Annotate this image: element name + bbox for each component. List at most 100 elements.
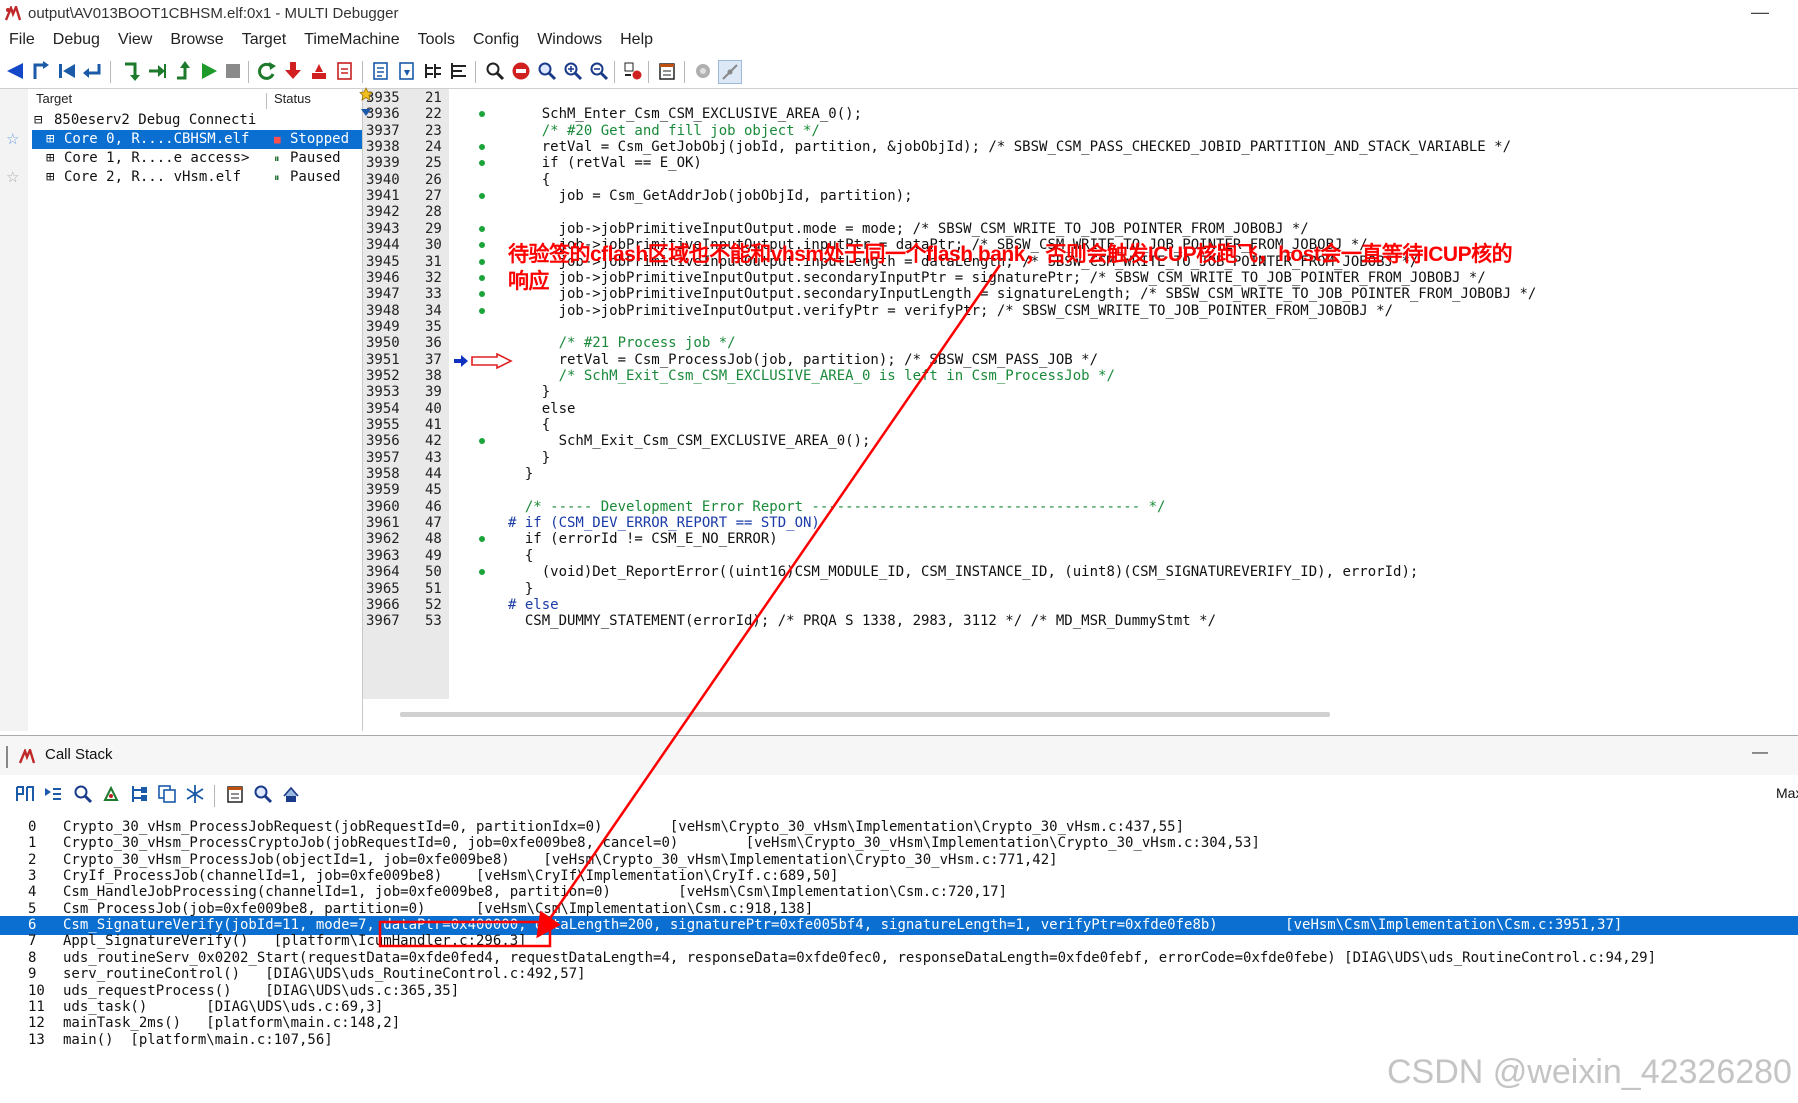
relative-line-number: 27 bbox=[425, 188, 442, 205]
notepad-icon[interactable] bbox=[224, 783, 246, 805]
export-icon[interactable] bbox=[280, 783, 302, 805]
relative-line-number: 47 bbox=[425, 515, 442, 532]
watch-icon[interactable] bbox=[422, 60, 444, 82]
collapse-box-icon[interactable]: ⊟ bbox=[34, 112, 42, 128]
panel-grip[interactable] bbox=[6, 746, 12, 768]
trace-icon[interactable] bbox=[692, 60, 714, 82]
max-label[interactable]: Max bbox=[1776, 785, 1798, 801]
target-row[interactable]: ⊞ Core 1, R....e access> ⏸ Paused bbox=[32, 149, 362, 168]
step-out-icon[interactable] bbox=[172, 60, 194, 82]
multi-app-icon bbox=[18, 749, 36, 764]
expand-box-icon[interactable]: ⊞ bbox=[46, 150, 54, 166]
target-row[interactable]: ⊞ Core 0, R....CBHSM.elf ■ Stopped bbox=[32, 130, 362, 149]
build-icon[interactable] bbox=[334, 60, 356, 82]
coverage-dot-icon[interactable] bbox=[479, 242, 485, 249]
run-icon[interactable] bbox=[198, 60, 220, 82]
breakpoints-icon[interactable] bbox=[622, 60, 644, 82]
bookmark-star-icon[interactable] bbox=[359, 87, 373, 101]
settings-icon[interactable] bbox=[100, 783, 122, 805]
call-stack-icon[interactable] bbox=[448, 60, 470, 82]
coverage-dot-icon[interactable] bbox=[479, 307, 485, 314]
status-column-header[interactable]: Status bbox=[274, 91, 311, 106]
target-row[interactable]: ⊞ Core 2, R... vHsm.elf ⏸ Paused bbox=[32, 168, 362, 187]
tree-icon[interactable] bbox=[128, 783, 150, 805]
call-stack-frame[interactable]: 13 main() [platform\main.c:107,56] bbox=[0, 1031, 1798, 1050]
menu-timemachine[interactable]: TimeMachine bbox=[295, 28, 408, 53]
step-over-icon[interactable] bbox=[146, 60, 168, 82]
coverage-dot-icon[interactable] bbox=[479, 144, 485, 151]
frame-icon[interactable] bbox=[14, 783, 36, 805]
list-icon[interactable] bbox=[42, 783, 64, 805]
menu-browse[interactable]: Browse bbox=[161, 28, 232, 53]
coverage-dot-icon[interactable] bbox=[479, 569, 485, 576]
line-number: 3957 bbox=[366, 449, 400, 466]
horizontal-scrollbar[interactable] bbox=[400, 712, 1330, 717]
coverage-dot-icon[interactable] bbox=[479, 225, 485, 232]
zoom-in-icon[interactable] bbox=[562, 60, 584, 82]
menu-config[interactable]: Config bbox=[464, 28, 528, 53]
target-column-header[interactable]: Target bbox=[36, 91, 72, 106]
find-icon[interactable] bbox=[252, 783, 274, 805]
zoom-out-icon[interactable] bbox=[588, 60, 610, 82]
menu-view[interactable]: View bbox=[109, 28, 161, 53]
expand-box-icon[interactable]: ⊞ bbox=[46, 169, 54, 185]
menu-help[interactable]: Help bbox=[611, 28, 662, 53]
source-pane[interactable]: 3935 21 3936 22 SchM_Enter_Csm_CSM_EXCLUSIV… bbox=[359, 87, 1798, 699]
coverage-dot-icon[interactable] bbox=[479, 536, 485, 543]
favorite-star-icon[interactable]: ☆ bbox=[6, 168, 19, 186]
flash-icon[interactable] bbox=[308, 60, 330, 82]
main-toolbar bbox=[0, 55, 1798, 89]
line-number: 3963 bbox=[366, 547, 400, 564]
snowflake-icon[interactable] bbox=[184, 783, 206, 805]
menu-file[interactable]: File bbox=[0, 28, 44, 53]
menu-windows[interactable]: Windows bbox=[528, 28, 611, 53]
menu-tools[interactable]: Tools bbox=[409, 28, 464, 53]
coverage-dot-icon[interactable] bbox=[479, 258, 485, 265]
menu-debug[interactable]: Debug bbox=[44, 28, 109, 53]
back-arrow-icon[interactable] bbox=[4, 60, 26, 82]
step-back-icon[interactable] bbox=[56, 60, 78, 82]
download-icon[interactable] bbox=[282, 60, 304, 82]
step-return-icon[interactable] bbox=[82, 60, 104, 82]
code-text: } bbox=[508, 466, 534, 483]
halt-icon[interactable] bbox=[222, 60, 244, 82]
relative-line-number: 30 bbox=[425, 237, 442, 254]
collapse-panel-button[interactable]: — bbox=[1752, 744, 1768, 762]
minimize-button[interactable]: — bbox=[1740, 0, 1780, 28]
relative-line-number: 44 bbox=[425, 466, 442, 483]
favorite-star-icon[interactable]: ☆ bbox=[6, 130, 19, 148]
relative-line-number: 45 bbox=[425, 482, 442, 499]
coverage-dot-icon[interactable] bbox=[479, 193, 485, 200]
relative-line-number: 41 bbox=[425, 417, 442, 433]
coverage-dot-icon[interactable] bbox=[479, 438, 485, 445]
zoom-icon[interactable] bbox=[72, 783, 94, 805]
annotation-line-1: 待验签的cflash区域也不能和vhsm处于同一个flash bank，否则会触… bbox=[508, 243, 1513, 266]
restart-icon[interactable] bbox=[256, 60, 278, 82]
register-view-icon[interactable] bbox=[396, 60, 418, 82]
coverage-dot-icon[interactable] bbox=[479, 274, 485, 281]
source-line[interactable]: 3967 53 CSM_DUMMY_STATEMENT(errorId); /* … bbox=[363, 613, 1798, 632]
line-number: 3951 bbox=[366, 351, 400, 368]
relative-line-number: 53 bbox=[425, 613, 442, 630]
find-icon[interactable] bbox=[484, 60, 506, 82]
coverage-dot-icon[interactable] bbox=[479, 160, 485, 167]
tree-root-connection[interactable]: ⊟ 850eserv2 Debug Connecti bbox=[32, 111, 256, 130]
menu-target[interactable]: Target bbox=[233, 28, 295, 53]
expand-box-icon[interactable]: ⊞ bbox=[46, 131, 54, 147]
stop-search-icon[interactable] bbox=[510, 60, 532, 82]
paused-icon: ⏸ bbox=[274, 152, 280, 165]
zoom-icon[interactable] bbox=[536, 60, 558, 82]
step-up-icon[interactable] bbox=[30, 60, 52, 82]
connect-icon[interactable] bbox=[718, 60, 742, 84]
step-into-icon[interactable] bbox=[120, 60, 142, 82]
memory-view-icon[interactable] bbox=[370, 60, 392, 82]
notepad-icon[interactable] bbox=[656, 60, 678, 82]
filter-icon[interactable] bbox=[359, 106, 373, 120]
frame-index: 1 bbox=[28, 835, 37, 852]
copy-icon[interactable] bbox=[156, 783, 178, 805]
coverage-dot-icon[interactable] bbox=[479, 291, 485, 298]
target-name: Core 1, R....e access> bbox=[64, 150, 250, 166]
relative-line-number: 43 bbox=[425, 449, 442, 466]
coverage-dot-icon[interactable] bbox=[479, 111, 485, 118]
line-number: 3954 bbox=[366, 400, 400, 417]
